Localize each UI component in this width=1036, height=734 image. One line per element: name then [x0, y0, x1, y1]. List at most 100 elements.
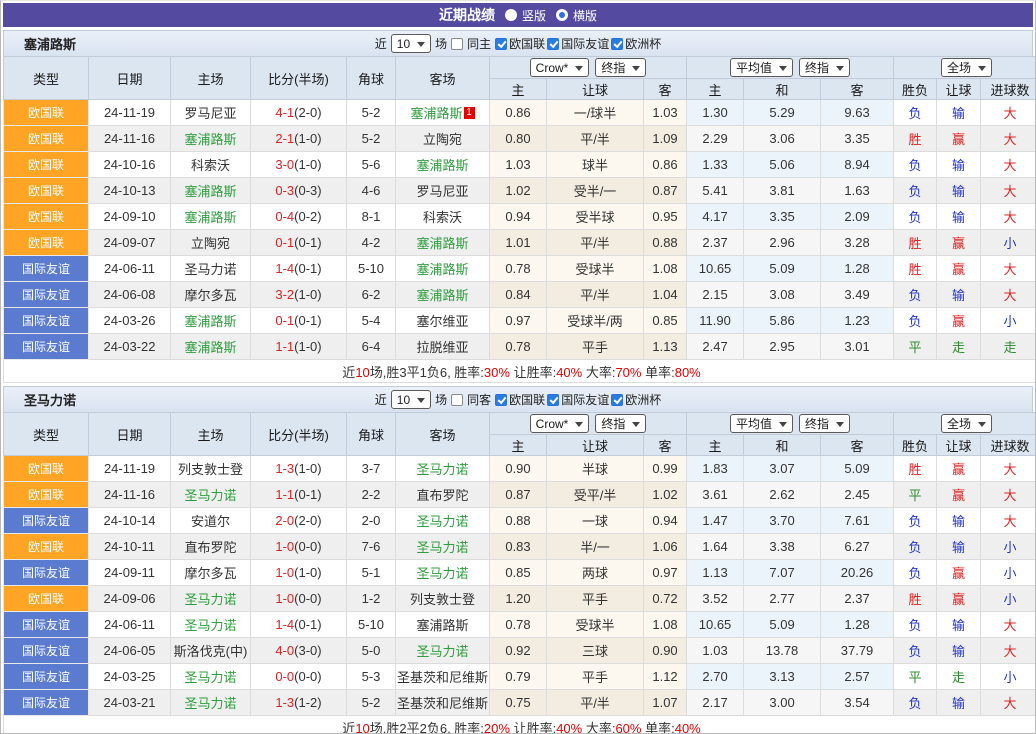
scope-select[interactable]: 全场 [941, 58, 993, 77]
avg-home-cell: 1.13 [686, 559, 745, 586]
match-row: 国际友谊 24-03-22 塞浦路斯 1-1(1-0) 6-4 拉脱维亚 0.78 平手 1.1… [3, 333, 1035, 360]
same-venue-checkbox[interactable] [451, 37, 464, 50]
goals-cell: 大 [980, 203, 1035, 230]
odds-stage-select[interactable]: 终指 [595, 414, 647, 433]
goals-cell: 大 [980, 281, 1035, 308]
same-venue-checkbox[interactable] [451, 393, 464, 406]
handicap-cell: 受球半/两 [546, 307, 644, 334]
odds-home-cell: 1.02 [489, 177, 547, 204]
away-team-cell: 拉脱维亚 [395, 333, 490, 360]
competition-checkbox[interactable] [611, 37, 624, 50]
scope-dropdown-group: 全场 [893, 56, 1035, 79]
away-team-cell: 圣马力诺 [395, 559, 490, 586]
horizontal-radio[interactable] [556, 9, 568, 21]
avg-stage-select[interactable]: 终指 [799, 414, 851, 433]
avg-source-select[interactable]: 平均值 [730, 414, 794, 433]
match-type-cell: 欧国联 [3, 125, 89, 152]
odds-source-select[interactable]: Crow* [529, 58, 590, 77]
avg-dropdown-group: 平均值 终指 [686, 412, 895, 435]
odds-away-cell: 0.90 [642, 637, 688, 664]
avg-away-cell: 5.09 [820, 455, 895, 482]
away-team-cell: 直布罗陀 [395, 481, 490, 508]
handicap-result-cell: 输 [936, 203, 982, 230]
handicap-result-cell: 输 [936, 507, 982, 534]
scope-select[interactable]: 全场 [941, 414, 993, 433]
home-team-cell: 塞浦路斯 [170, 203, 251, 230]
match-row: 欧国联 24-10-13 塞浦路斯 0-3(0-3) 4-6 罗马尼亚 1.02 受半/一 0.… [3, 177, 1035, 204]
handicap-cell: 三球 [546, 637, 644, 664]
vertical-layout-option[interactable]: 竖版 [504, 7, 546, 24]
col-header-away: 客场 [395, 412, 490, 456]
odds-away-cell: 1.07 [642, 689, 688, 716]
handicap-result-cell: 赢 [936, 481, 982, 508]
competition-checkbox[interactable] [495, 393, 508, 406]
result-cell: 胜 [893, 255, 938, 282]
away-team-cell: 圣马力诺 [395, 507, 490, 534]
avg-source-select[interactable]: 平均值 [730, 58, 794, 77]
match-type-cell: 国际友谊 [3, 507, 89, 534]
handicap-result-cell: 赢 [936, 559, 982, 586]
avg-away-cell: 6.27 [820, 533, 895, 560]
team-section-cyprus: 塞浦路斯 近 10 场 同主 欧国联 国际友谊 欧洲杯 类型 日期 主场 比分(… [2, 30, 1035, 383]
competition-checkbox[interactable] [547, 393, 560, 406]
handicap-cell: 平/半 [546, 281, 644, 308]
near-label: 近 [374, 393, 387, 407]
chevron-down-icon [575, 65, 584, 75]
filter-bar: 近 10 场 同主 欧国联 国际友谊 欧洲杯 [375, 34, 661, 53]
goals-cell: 大 [980, 255, 1035, 282]
match-count-select[interactable]: 10 [390, 390, 432, 409]
competition-checkboxes: 欧国联 国际友谊 欧洲杯 [495, 35, 661, 52]
match-row: 国际友谊 24-06-11 圣马力诺 1-4(0-1) 5-10 塞浦路斯 0.78 受球半 1… [3, 611, 1035, 638]
horizontal-layout-option[interactable]: 横版 [556, 7, 597, 24]
competition-checkbox[interactable] [611, 393, 624, 406]
avg-draw-cell: 5.09 [743, 255, 822, 282]
home-team-cell: 圣马力诺 [170, 255, 251, 282]
avg-away-cell: 1.63 [820, 177, 895, 204]
odds-home-cell: 0.79 [489, 663, 547, 690]
avg-stage-select[interactable]: 终指 [799, 58, 851, 77]
corner-cell: 6-4 [346, 333, 396, 360]
home-team-cell: 摩尔多瓦 [170, 559, 251, 586]
score-cell: 1-1(0-1) [250, 481, 347, 508]
section-header: 圣马力诺 近 10 场 同客 欧国联 国际友谊 欧洲杯 [3, 386, 1033, 412]
handicap-cell: 平手 [546, 333, 644, 360]
corner-cell: 5-10 [346, 255, 396, 282]
col-header-handicap-result: 让球 [936, 78, 982, 100]
handicap-result-cell: 输 [936, 177, 982, 204]
result-cell: 负 [893, 307, 938, 334]
away-team-cell: 圣马力诺 [395, 455, 490, 482]
avg-draw-cell: 2.95 [743, 333, 822, 360]
odds-dropdown-group: Crow* 终指 [488, 412, 688, 435]
odds-stage-select[interactable]: 终指 [595, 58, 647, 77]
home-team-cell: 列支敦士登 [170, 455, 251, 482]
avg-draw-cell: 13.78 [743, 637, 822, 664]
summary-segment: 近 [342, 720, 356, 734]
corner-cell: 7-6 [346, 533, 396, 560]
matches-table: 类型 日期 主场 比分(半场) 角球 客场 Crow* 终指 平均值 终指 全场… [2, 56, 1035, 383]
result-cell: 负 [893, 151, 938, 178]
competition-checkbox[interactable] [547, 37, 560, 50]
vertical-radio-label: 竖版 [521, 8, 546, 23]
summary-segment: 单率: [641, 364, 675, 380]
col-header-avg-draw: 和 [743, 434, 822, 456]
date-cell: 24-09-07 [88, 229, 171, 256]
match-count-select[interactable]: 10 [390, 34, 432, 53]
near-label: 近 [374, 37, 387, 51]
chevron-down-icon [978, 65, 987, 75]
handicap-cell: 受半球 [546, 203, 644, 230]
result-cell: 负 [893, 637, 938, 664]
odds-home-cell: 0.84 [489, 281, 547, 308]
odds-away-cell: 0.94 [642, 507, 688, 534]
goals-cell: 小 [980, 559, 1035, 586]
match-type-cell: 国际友谊 [3, 281, 89, 308]
date-cell: 24-11-19 [88, 99, 171, 126]
vertical-radio[interactable] [504, 9, 517, 21]
competition-checkbox[interactable] [495, 37, 508, 50]
handicap-cell: 平/半 [546, 229, 644, 256]
odds-home-cell: 0.83 [489, 533, 547, 560]
away-team-cell: 立陶宛 [395, 125, 490, 152]
matches-body: 欧国联 24-11-19 罗马尼亚 4-1(2-0) 5-2 塞浦路斯 1 0.86 一/球半 1… [3, 99, 1035, 360]
date-cell: 24-10-11 [88, 533, 171, 560]
odds-source-select[interactable]: Crow* [529, 414, 590, 433]
match-type-cell: 国际友谊 [3, 559, 89, 586]
